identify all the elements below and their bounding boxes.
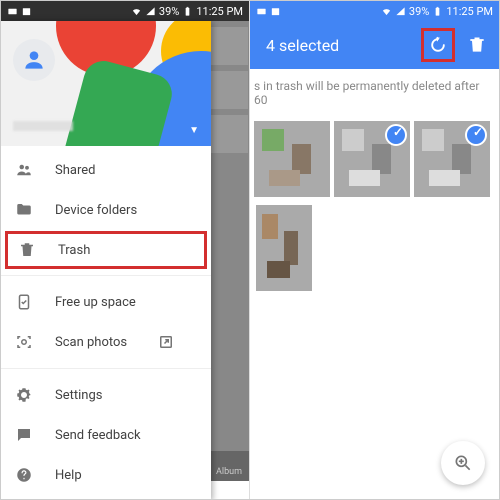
drawer-item-device-folders[interactable]: Device folders (1, 190, 211, 230)
photo-thumbnail-selected[interactable] (414, 121, 490, 197)
calendar-icon (270, 6, 281, 17)
drawer-item-free-up-space[interactable]: Free up space (1, 282, 211, 322)
scan-icon (15, 333, 33, 351)
chevron-down-icon[interactable]: ▼ (189, 125, 199, 136)
delete-icon[interactable] (467, 35, 487, 55)
trash-info-text: s in trash will be permanently deleted a… (250, 69, 499, 117)
photo-thumbnail-selected[interactable] (334, 121, 410, 197)
drawer-item-trash[interactable]: Trash (5, 231, 207, 269)
restore-icon[interactable] (428, 35, 448, 55)
zoom-fab[interactable] (441, 441, 485, 485)
selection-toolbar: 4 selected (250, 21, 499, 69)
drawer-item-shared[interactable]: Shared (1, 150, 211, 190)
drawer-item-label: Free up space (55, 295, 136, 310)
battery-level: 39% (409, 5, 429, 18)
battery-level: 39% (159, 5, 179, 18)
photo-thumbnail[interactable] (256, 205, 312, 291)
drawer-item-label: Shared (55, 163, 95, 178)
drawer-item-send-feedback[interactable]: Send feedback (1, 415, 211, 455)
clock: 11:25 PM (196, 5, 243, 18)
mail-icon (7, 6, 18, 17)
battery-icon (432, 6, 443, 17)
drawer-item-settings[interactable]: Settings (1, 375, 211, 415)
mail-icon (256, 6, 267, 17)
drawer-item-scan-photos[interactable]: Scan photos (1, 322, 211, 362)
drawer-header[interactable]: ▼ (1, 21, 211, 146)
drawer-item-label: Settings (55, 388, 102, 403)
account-name (13, 121, 73, 131)
status-bar: 39% 11:25 PM (250, 1, 499, 21)
external-icon (157, 333, 175, 351)
signal-icon (395, 6, 406, 17)
drawer-item-label: Device folders (55, 203, 137, 218)
help-icon (15, 466, 33, 484)
background-content: Album (209, 21, 249, 481)
navigation-drawer: ▼ Shared Device folders Trash (1, 21, 211, 499)
photo-grid (250, 117, 499, 295)
avatar[interactable] (13, 39, 55, 81)
phone-right-trash: 39% 11:25 PM 4 selected s in trash will … (250, 1, 499, 499)
drawer-menu: Shared Device folders Trash Free up spac… (1, 146, 211, 499)
folder-icon (15, 201, 33, 219)
selection-count: 4 selected (262, 36, 421, 55)
drawer-item-label: Help (55, 468, 82, 483)
photo-thumbnail[interactable] (254, 121, 330, 197)
drawer-item-label: Send feedback (55, 428, 141, 443)
drawer-item-label: Scan photos (55, 335, 127, 350)
trash-icon (18, 241, 36, 259)
clock: 11:25 PM (446, 5, 493, 18)
wifi-icon (381, 6, 392, 17)
calendar-icon (21, 6, 32, 17)
feedback-icon (15, 426, 33, 444)
drawer-item-help[interactable]: Help (1, 455, 211, 495)
status-bar: 39% 11:25 PM (1, 1, 249, 21)
battery-icon (182, 6, 193, 17)
phone-left-drawer: 39% 11:25 PM Album (1, 1, 250, 499)
restore-highlight (421, 28, 455, 62)
phone-check-icon (15, 293, 33, 311)
wifi-icon (131, 6, 142, 17)
drawer-item-label: Trash (58, 243, 90, 258)
zoom-icon (453, 453, 473, 473)
people-icon (15, 161, 33, 179)
tab-albums: Album (209, 451, 249, 481)
signal-icon (145, 6, 156, 17)
gear-icon (15, 386, 33, 404)
